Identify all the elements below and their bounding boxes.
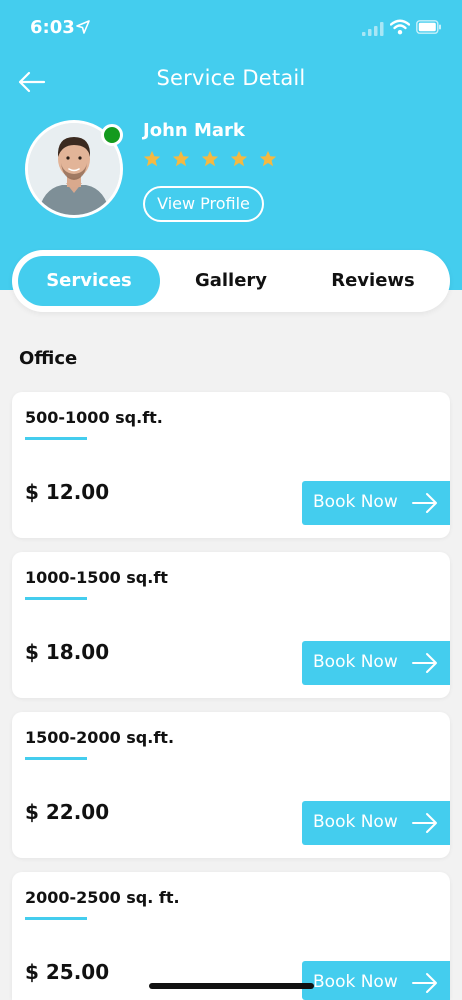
title-underline bbox=[25, 757, 87, 760]
title-underline bbox=[25, 437, 87, 440]
service-size: 2000-2500 sq. ft. bbox=[25, 888, 180, 907]
service-card: 2000-2500 sq. ft. $ 25.00 Book Now bbox=[12, 872, 450, 1000]
user-name: John Mark bbox=[143, 120, 245, 141]
star-rating bbox=[143, 150, 277, 170]
arrow-right-icon bbox=[412, 973, 437, 993]
service-card: 1000-1500 sq.ft $ 18.00 Book Now bbox=[12, 552, 450, 698]
service-price: $ 12.00 bbox=[25, 480, 110, 504]
title-underline bbox=[25, 917, 87, 920]
tab-services[interactable]: Services bbox=[18, 256, 160, 306]
book-now-label: Book Now bbox=[313, 812, 398, 832]
star-icon bbox=[259, 150, 277, 167]
book-now-button[interactable]: Book Now bbox=[302, 961, 450, 1000]
wifi-icon bbox=[390, 19, 410, 35]
service-size: 1500-2000 sq.ft. bbox=[25, 728, 175, 747]
location-arrow-icon bbox=[76, 20, 90, 34]
tab-bar: Services Gallery Reviews bbox=[12, 250, 450, 312]
view-profile-button[interactable]: View Profile bbox=[143, 186, 264, 222]
online-status-indicator bbox=[101, 124, 123, 146]
title-underline bbox=[25, 597, 87, 600]
battery-icon bbox=[416, 20, 441, 34]
section-title: Office bbox=[19, 348, 78, 369]
arrow-right-icon bbox=[412, 813, 437, 833]
service-price: $ 18.00 bbox=[25, 640, 110, 664]
service-price: $ 25.00 bbox=[25, 960, 110, 984]
tab-gallery[interactable]: Gallery bbox=[160, 256, 302, 306]
service-price: $ 22.00 bbox=[25, 800, 110, 824]
service-card: 1500-2000 sq.ft. $ 22.00 Book Now bbox=[12, 712, 450, 858]
book-now-label: Book Now bbox=[313, 492, 398, 512]
tab-reviews[interactable]: Reviews bbox=[302, 256, 444, 306]
star-icon bbox=[230, 150, 248, 167]
book-now-button[interactable]: Book Now bbox=[302, 481, 450, 525]
star-icon bbox=[143, 150, 161, 167]
star-icon bbox=[172, 150, 190, 167]
service-size: 1000-1500 sq.ft bbox=[25, 568, 168, 587]
service-card: 500-1000 sq.ft. $ 12.00 Book Now bbox=[12, 392, 450, 538]
arrow-right-icon bbox=[412, 493, 437, 513]
cellular-signal-icon bbox=[362, 22, 384, 36]
book-now-button[interactable]: Book Now bbox=[302, 801, 450, 845]
status-time: 6:03 bbox=[30, 17, 75, 38]
arrow-right-icon bbox=[412, 653, 437, 673]
status-bar: 6:03 bbox=[0, 0, 462, 56]
star-icon bbox=[201, 150, 219, 167]
home-indicator[interactable] bbox=[149, 983, 314, 989]
page-title: Service Detail bbox=[156, 66, 306, 90]
book-now-label: Book Now bbox=[313, 972, 398, 992]
book-now-label: Book Now bbox=[313, 652, 398, 672]
service-size: 500-1000 sq.ft. bbox=[25, 408, 163, 427]
book-now-button[interactable]: Book Now bbox=[302, 641, 450, 685]
